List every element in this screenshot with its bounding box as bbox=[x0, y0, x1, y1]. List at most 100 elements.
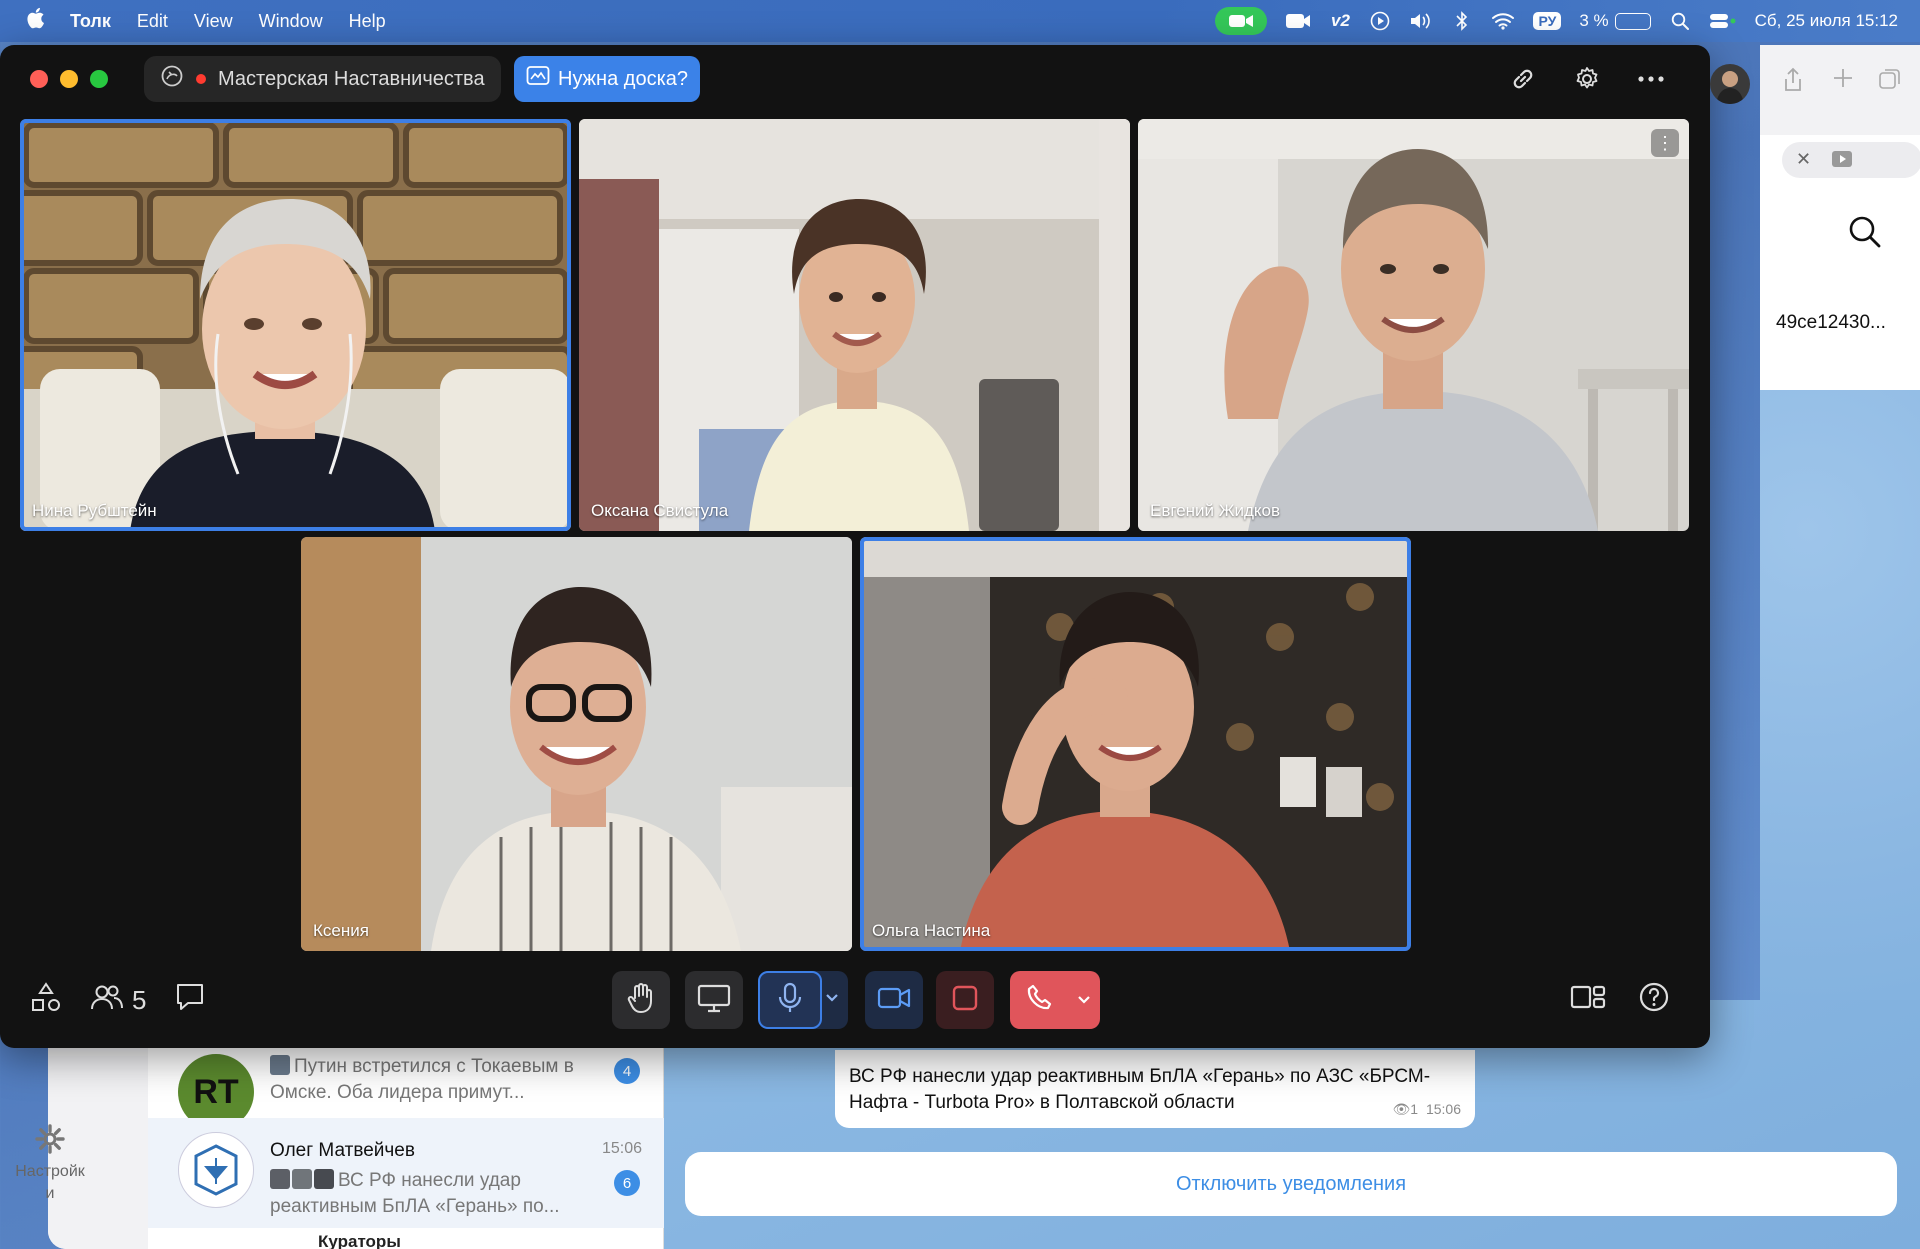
tile-menu-icon[interactable]: ⋮ bbox=[1651, 129, 1679, 157]
bluetooth-icon[interactable] bbox=[1451, 11, 1473, 31]
unread-badge: 4 bbox=[614, 1058, 640, 1084]
hangup-control-group bbox=[1010, 971, 1100, 1029]
layout-toggle-icon[interactable] bbox=[1570, 984, 1606, 1015]
chat-list-item[interactable]: Олег Матвейчев 15:06 ВС РФ нанесли удар … bbox=[148, 1118, 664, 1228]
settings-gear-icon[interactable] bbox=[1568, 60, 1606, 98]
participant-name: Оксана Свистула bbox=[591, 501, 729, 520]
chat-icon[interactable] bbox=[174, 982, 206, 1019]
apple-icon[interactable] bbox=[0, 7, 70, 35]
play-icon[interactable] bbox=[1369, 11, 1391, 31]
participant-tile[interactable]: Нина Рубштейн bbox=[20, 119, 571, 531]
menu-view[interactable]: View bbox=[194, 11, 233, 32]
microphone-control-group bbox=[758, 971, 848, 1029]
menu-window[interactable]: Window bbox=[259, 11, 323, 32]
room-title-pill[interactable]: Мастерская Наставничества bbox=[144, 56, 501, 102]
tab-media-icon bbox=[1832, 151, 1852, 172]
battery-icon bbox=[1614, 12, 1651, 30]
share-icon[interactable] bbox=[1782, 67, 1804, 98]
message-views: 1 bbox=[1410, 1101, 1419, 1117]
close-window-button[interactable] bbox=[30, 70, 48, 88]
screen-record-icon[interactable] bbox=[1285, 12, 1311, 30]
shapes-icon[interactable] bbox=[30, 981, 62, 1020]
chat-preview-text: Путин встретился с Токаевым в Омске. Оба… bbox=[270, 1056, 574, 1103]
participant-tile[interactable]: Оксана Свистула bbox=[579, 119, 1130, 531]
whiteboard-icon bbox=[526, 65, 550, 93]
input-language[interactable]: РУ bbox=[1533, 12, 1562, 30]
message-text: ВС РФ нанесли удар реактивным БпЛА «Гера… bbox=[849, 1066, 1431, 1113]
hangup-button[interactable] bbox=[1010, 971, 1070, 1029]
battery-status[interactable]: 3 % bbox=[1579, 11, 1651, 31]
window-controls bbox=[30, 70, 108, 88]
sidebar-item-settings[interactable]: Настройки bbox=[10, 1124, 90, 1205]
participant-video bbox=[860, 537, 1411, 951]
link-hash-text: 49ce12430... bbox=[1776, 312, 1886, 333]
battery-percent: 3 % bbox=[1579, 11, 1609, 30]
new-tab-icon[interactable] bbox=[1832, 67, 1854, 94]
chat-preview: Путин встретился с Токаевым в Омске. Оба… bbox=[270, 1054, 600, 1106]
profile-avatar[interactable] bbox=[1710, 64, 1750, 104]
participant-tile[interactable]: ⋮ Евгений Жидков bbox=[1138, 119, 1689, 531]
participant-video bbox=[20, 119, 571, 531]
help-icon[interactable] bbox=[1638, 981, 1670, 1018]
browser-toolbar bbox=[1760, 45, 1920, 135]
media-thumbnail-icon bbox=[292, 1169, 312, 1189]
search-icon[interactable] bbox=[1848, 215, 1882, 249]
message-time: 15:06 bbox=[1425, 1101, 1461, 1117]
camera-active-indicator-icon[interactable] bbox=[1215, 7, 1268, 35]
chat-wallpaper bbox=[1760, 390, 1920, 1085]
participant-name: Ксения bbox=[313, 921, 369, 940]
more-options-icon[interactable] bbox=[1632, 60, 1670, 98]
recording-indicator bbox=[196, 74, 206, 84]
participant-video bbox=[579, 119, 1130, 531]
maximize-window-button[interactable] bbox=[90, 70, 108, 88]
room-status-icon bbox=[160, 64, 184, 94]
microphone-icon bbox=[777, 982, 803, 1019]
participant-tile[interactable]: Ксения bbox=[301, 537, 852, 951]
participant-name: Евгений Жидков bbox=[1150, 501, 1280, 520]
participant-video bbox=[301, 537, 852, 951]
camera-icon bbox=[877, 986, 911, 1015]
menubar-clock[interactable]: Сб, 25 июля 15:12 bbox=[1755, 11, 1898, 31]
minimize-window-button[interactable] bbox=[60, 70, 78, 88]
close-tab-icon[interactable]: ✕ bbox=[1796, 149, 1811, 170]
microphone-options-chevron-icon[interactable] bbox=[824, 989, 840, 1010]
section-label: Кураторы bbox=[318, 1232, 401, 1249]
raise-hand-button[interactable] bbox=[612, 971, 670, 1029]
participant-name: Нина Рубштейн bbox=[32, 501, 157, 520]
mute-notifications-button[interactable]: Отключить уведомления bbox=[685, 1152, 1897, 1216]
background-browser-window: ✕ bbox=[1760, 45, 1920, 1085]
channel-message[interactable]: ВС РФ нанесли удар реактивным БпЛА «Гера… bbox=[835, 1050, 1475, 1128]
browser-tab[interactable]: ✕ bbox=[1782, 142, 1920, 178]
wifi-icon[interactable] bbox=[1491, 12, 1515, 30]
spotlight-search-icon[interactable] bbox=[1669, 12, 1691, 30]
menu-app-name[interactable]: Толк bbox=[70, 11, 111, 32]
participant-tile[interactable]: Ольга Настина bbox=[860, 537, 1411, 951]
phone-hangup-icon bbox=[1025, 983, 1055, 1018]
call-window: Мастерская Наставничества Нужна доска? Н… bbox=[0, 45, 1710, 1048]
vpn-label[interactable]: v2 bbox=[1329, 11, 1351, 31]
screen-share-button[interactable] bbox=[685, 971, 743, 1029]
tab-overview-icon[interactable] bbox=[1878, 67, 1902, 96]
whiteboard-button[interactable]: Нужна доска? bbox=[514, 56, 700, 102]
copy-link-icon[interactable] bbox=[1504, 60, 1542, 98]
volume-icon[interactable] bbox=[1409, 12, 1433, 30]
views-icon: 👁 bbox=[1392, 1101, 1411, 1117]
hangup-options-chevron-icon[interactable] bbox=[1076, 991, 1092, 1012]
menu-bar: Толк Edit View Window Help v2 РУ 3 % Сб,… bbox=[0, 0, 1920, 42]
camera-button[interactable] bbox=[865, 971, 923, 1029]
avatar bbox=[178, 1132, 254, 1208]
participant-name: Ольга Настина bbox=[872, 921, 991, 940]
gear-icon bbox=[10, 1124, 90, 1161]
record-button[interactable] bbox=[936, 971, 994, 1029]
participants-button[interactable]: 5 bbox=[90, 983, 146, 1018]
chat-preview: ВС РФ нанесли удар реактивным БпЛА «Гера… bbox=[270, 1168, 600, 1220]
unread-badge: 6 bbox=[614, 1170, 640, 1196]
control-center-icon[interactable] bbox=[1709, 12, 1737, 30]
microphone-button[interactable] bbox=[758, 971, 822, 1029]
menu-edit[interactable]: Edit bbox=[137, 11, 168, 32]
menu-help[interactable]: Help bbox=[349, 11, 386, 32]
avatar-text: RT bbox=[193, 1072, 239, 1111]
participants-icon bbox=[90, 983, 124, 1018]
settings-label: Настройки bbox=[15, 1163, 85, 1202]
stop-record-icon bbox=[951, 984, 979, 1017]
